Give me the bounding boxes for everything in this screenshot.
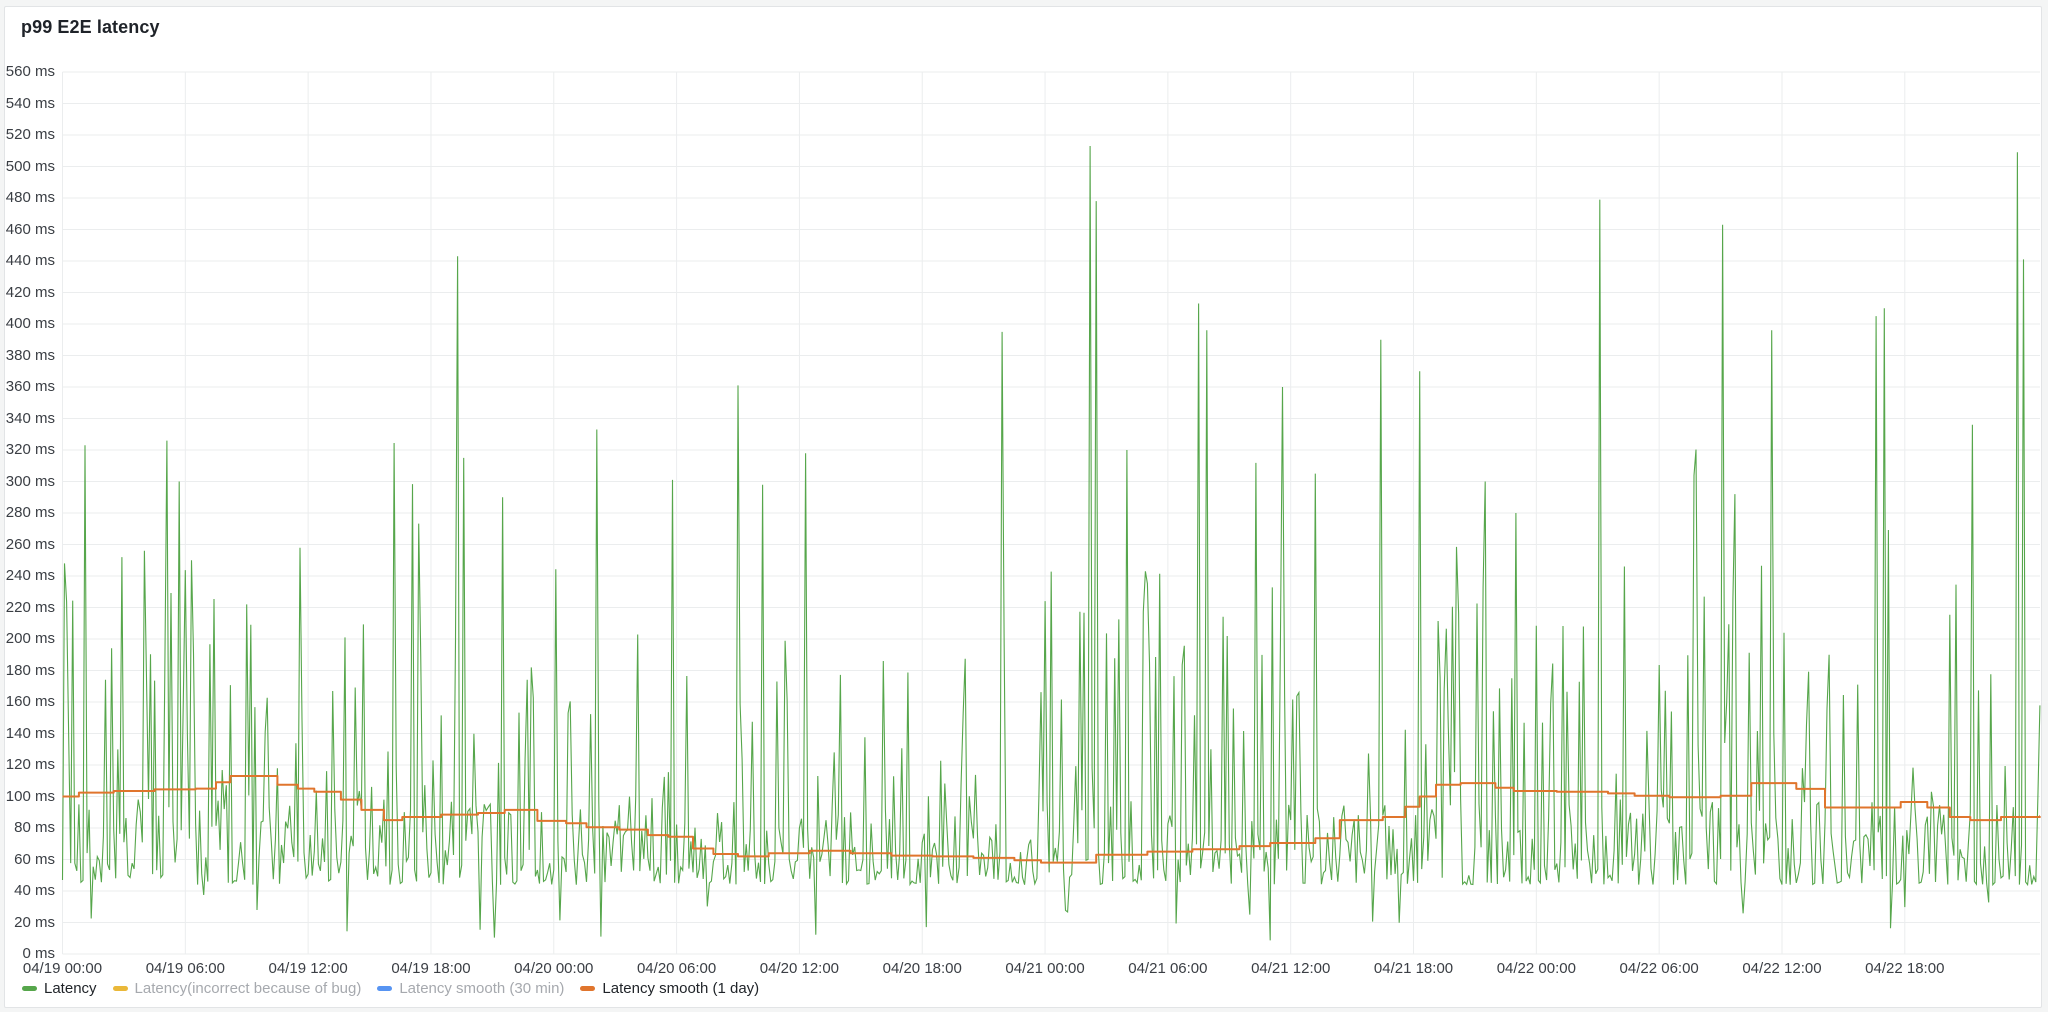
y-axis-tick: 300 ms [0,474,55,490]
x-axis-tick: 04/19 06:00 [120,961,250,977]
series-color-marker-icon [377,986,392,991]
y-axis-tick: 380 ms [0,348,55,364]
x-axis-tick: 04/20 12:00 [734,961,864,977]
series-lines [63,146,2041,940]
y-axis-tick: 240 ms [0,568,55,584]
series-color-marker-icon [22,986,37,991]
y-axis-tick: 220 ms [0,600,55,616]
x-axis-tick: 04/22 06:00 [1594,961,1724,977]
y-axis-tick: 120 ms [0,757,55,773]
y-axis-tick: 80 ms [0,820,55,836]
legend-item-latency-incorrect-because-of-bug[interactable]: Latency(incorrect because of bug) [113,980,362,997]
series-color-marker-icon [580,986,595,991]
y-axis-tick: 400 ms [0,316,55,332]
y-axis-tick: 160 ms [0,694,55,710]
y-axis-tick: 480 ms [0,190,55,206]
x-axis-tick: 04/19 12:00 [243,961,373,977]
y-axis-tick: 100 ms [0,789,55,805]
y-axis-tick: 280 ms [0,505,55,521]
y-axis-tick: 320 ms [0,442,55,458]
x-axis-tick: 04/22 00:00 [1471,961,1601,977]
legend-item-label: Latency smooth (30 min) [399,980,564,997]
y-axis-tick: 180 ms [0,663,55,679]
legend-item-latency-smooth-30-min[interactable]: Latency smooth (30 min) [377,980,564,997]
x-axis-tick: 04/21 18:00 [1349,961,1479,977]
y-axis-tick: 560 ms [0,64,55,80]
y-axis-tick: 520 ms [0,127,55,143]
y-axis-tick: 360 ms [0,379,55,395]
y-axis-tick: 340 ms [0,411,55,427]
x-axis-tick: 04/22 18:00 [1840,961,1970,977]
y-axis-tick: 420 ms [0,285,55,301]
x-axis-tick: 04/21 12:00 [1226,961,1356,977]
legend-item-latency[interactable]: Latency [22,980,97,997]
y-axis-tick: 40 ms [0,883,55,899]
series-color-marker-icon [113,986,128,991]
y-axis-tick: 440 ms [0,253,55,269]
x-axis-tick: 04/21 06:00 [1103,961,1233,977]
y-axis-tick: 200 ms [0,631,55,647]
legend-item-latency-smooth-1-day[interactable]: Latency smooth (1 day) [580,980,759,997]
y-axis-tick: 60 ms [0,852,55,868]
y-axis-tick: 140 ms [0,726,55,742]
legend-item-label: Latency [44,980,97,997]
legend: Latency Latency(incorrect because of bug)… [22,980,759,997]
x-axis-tick: 04/21 00:00 [980,961,1110,977]
grid-lines [63,72,2041,954]
x-axis-tick: 04/22 12:00 [1717,961,1847,977]
y-axis-tick: 20 ms [0,915,55,931]
x-axis-tick: 04/20 06:00 [612,961,742,977]
x-axis-tick: 04/19 00:00 [0,961,128,977]
y-axis-tick: 540 ms [0,96,55,112]
x-axis-tick: 04/20 18:00 [857,961,987,977]
y-axis-tick: 500 ms [0,159,55,175]
y-axis-tick: 260 ms [0,537,55,553]
legend-item-label: Latency(incorrect because of bug) [135,980,362,997]
legend-item-label: Latency smooth (1 day) [602,980,759,997]
latency-chart[interactable] [0,0,2048,1012]
x-axis-tick: 04/19 18:00 [366,961,496,977]
y-axis-tick: 460 ms [0,222,55,238]
x-axis-tick: 04/20 00:00 [489,961,619,977]
